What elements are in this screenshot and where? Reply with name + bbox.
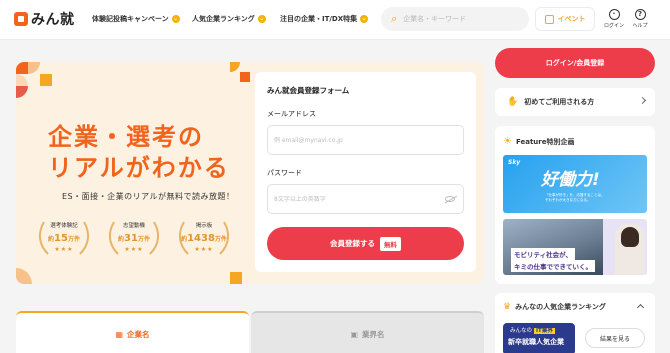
hero-subtitle: ES・面接・企業のリアルが無料で読み放題！ (62, 192, 235, 201)
tab-industry[interactable]: ▣ 業界名 (251, 311, 484, 353)
first-time-label: 初めてご利用される方 (524, 98, 595, 106)
chevron-right-icon (638, 96, 647, 105)
search-icon: ⌕ (391, 12, 398, 25)
decoration-shape (28, 62, 40, 74)
chevron-down-icon: ⌄ (360, 15, 369, 23)
banner-text-line1: モビリティ社会が、 (511, 248, 575, 260)
stat-badge: 志望動機 約31万件 ★★★ (106, 218, 162, 258)
login-register-button[interactable]: ログイン/会員登録 (495, 48, 655, 78)
email-field[interactable] (274, 136, 434, 144)
site-header: みん就 体験記投稿キャンペーン ⌄ 人気企業ランキング ⌄ 注目の企業・IT/D… (0, 0, 670, 40)
password-label: パスワード (267, 169, 302, 177)
hero-title-line1: 企業・選考の (48, 123, 204, 151)
banner-caption: 「仕事が好き」を、応援することは、 それぞれが大きな力になる。 (545, 193, 605, 203)
hero-title: 企業・選考の リアルがわかる (48, 122, 230, 184)
email-field-wrapper[interactable] (267, 125, 464, 155)
view-results-button[interactable]: 結果を見る (585, 328, 645, 348)
decoration-shape (16, 268, 32, 284)
register-button[interactable]: 会員登録する 無料 (267, 227, 464, 260)
laurel-icon (108, 221, 160, 255)
sun-icon: ☀ (503, 136, 512, 147)
register-button-label: 会員登録する (330, 239, 375, 248)
event-button-label: イベント (557, 15, 586, 23)
free-badge: 無料 (380, 236, 401, 251)
decoration-shape (16, 86, 28, 98)
login-icon-label: ログイン (603, 23, 624, 29)
registration-form: みん就会員登録フォーム メールアドレス パスワード 会員登録する 無料 (255, 72, 476, 272)
login-icon-button[interactable]: · ログイン (602, 9, 626, 29)
tab-industry-label: 業界名 (362, 330, 385, 339)
building-icon: ▦ (115, 330, 124, 339)
decoration-shape (240, 72, 250, 82)
laurel-icon (38, 221, 90, 255)
decoration-shape (40, 74, 52, 86)
banner-person-image (615, 223, 645, 275)
hand-icon: ✋ (507, 97, 519, 107)
nav-ranking-label: 人気企業ランキング (192, 15, 255, 23)
ranking-banner-line1: みんなの IT業界 (508, 326, 570, 334)
decoration-shape (16, 62, 28, 74)
eye-off-icon[interactable] (445, 196, 455, 202)
banner-caption-line2: それぞれが大きな力になる。 (545, 198, 591, 202)
crown-icon: ♛ (503, 302, 512, 312)
ranking-banner-line2: 新卒就職人気企業 (508, 338, 564, 346)
calendar-icon (544, 14, 554, 24)
ranking-banner[interactable]: みんなの IT業界 新卒就職人気企業 (503, 323, 575, 353)
nav-featured-label: 注目の企業・IT/DX特集 (280, 15, 358, 23)
ranking-title: みんなの人気企業ランキング (515, 303, 606, 311)
stat-badge: 選考体験記 約15万件 ★★★ (36, 218, 92, 258)
decoration-shape (230, 62, 240, 72)
decoration-shape (230, 272, 242, 284)
help-icon-label: ヘルプ (632, 23, 648, 29)
nav-ranking[interactable]: 人気企業ランキング ⌄ (192, 14, 266, 24)
help-icon-button[interactable]: ? ヘルプ (628, 9, 652, 29)
ranking-banner-tag: IT業界 (534, 328, 555, 334)
search-input[interactable] (403, 15, 514, 23)
ranking-banner-prefix: みんなの (510, 328, 533, 334)
decoration-shape (16, 74, 28, 86)
tab-company-label: 企業名 (127, 330, 150, 339)
laurel-icon (178, 221, 230, 255)
logo-text: みん就 (31, 12, 75, 28)
stat-badge: 掲示板 約1438万件 ★★★ (176, 218, 232, 258)
password-field[interactable] (274, 195, 434, 203)
view-results-label: 結果を見る (599, 335, 630, 343)
ranking-header[interactable]: ♛ みんなの人気企業ランキング (503, 302, 647, 312)
briefcase-icon: ▣ (350, 330, 359, 339)
feature-header: ☀ Feature特別企画 (503, 136, 647, 147)
password-field-wrapper[interactable] (267, 184, 464, 214)
chevron-down-icon: ⌄ (257, 15, 266, 23)
nav-campaign-label: 体験記投稿キャンペーン (92, 15, 169, 23)
login-register-label: ログイン/会員登録 (545, 59, 605, 67)
banner-text-line2: キミの仕事でできていく。 (511, 260, 595, 272)
nav-featured[interactable]: 注目の企業・IT/DX特集 ⌄ (280, 14, 369, 24)
logo[interactable]: みん就 (14, 9, 75, 29)
logo-icon (14, 12, 28, 26)
user-icon: · (608, 9, 620, 20)
feature-card: ☀ Feature特別企画 Sky 好働力! 「仕事が好き」を、応援することは、… (495, 126, 655, 284)
feature-banner-mobility[interactable]: モビリティ社会が、 キミの仕事でできていく。 (503, 219, 647, 275)
feature-title: Feature特別企画 (515, 137, 575, 146)
email-label: メールアドレス (267, 110, 316, 118)
help-icon: ? (634, 9, 646, 20)
hero-title-line2: リアルがわかる (48, 154, 230, 182)
banner-headline: 好働力! (541, 170, 600, 190)
chevron-down-icon: ⌄ (171, 15, 180, 23)
ranking-card: ♛ みんなの人気企業ランキング みんなの IT業界 新卒就職人気企業 結果を見る (495, 293, 655, 353)
search-box[interactable]: ⌕ (381, 7, 529, 31)
nav-campaign[interactable]: 体験記投稿キャンペーン ⌄ (92, 14, 180, 24)
event-button[interactable]: イベント (535, 7, 595, 31)
first-time-link[interactable]: ✋ 初めてご利用される方 (495, 88, 655, 116)
chevron-up-icon[interactable] (636, 303, 645, 312)
tab-company[interactable]: ▦ 企業名 (16, 311, 249, 353)
feature-banner-sky[interactable]: Sky 好働力! 「仕事が好き」を、応援することは、 それぞれが大きな力になる。 (503, 155, 647, 213)
sky-logo: Sky (508, 159, 521, 166)
form-title: みん就会員登録フォーム (267, 86, 350, 95)
